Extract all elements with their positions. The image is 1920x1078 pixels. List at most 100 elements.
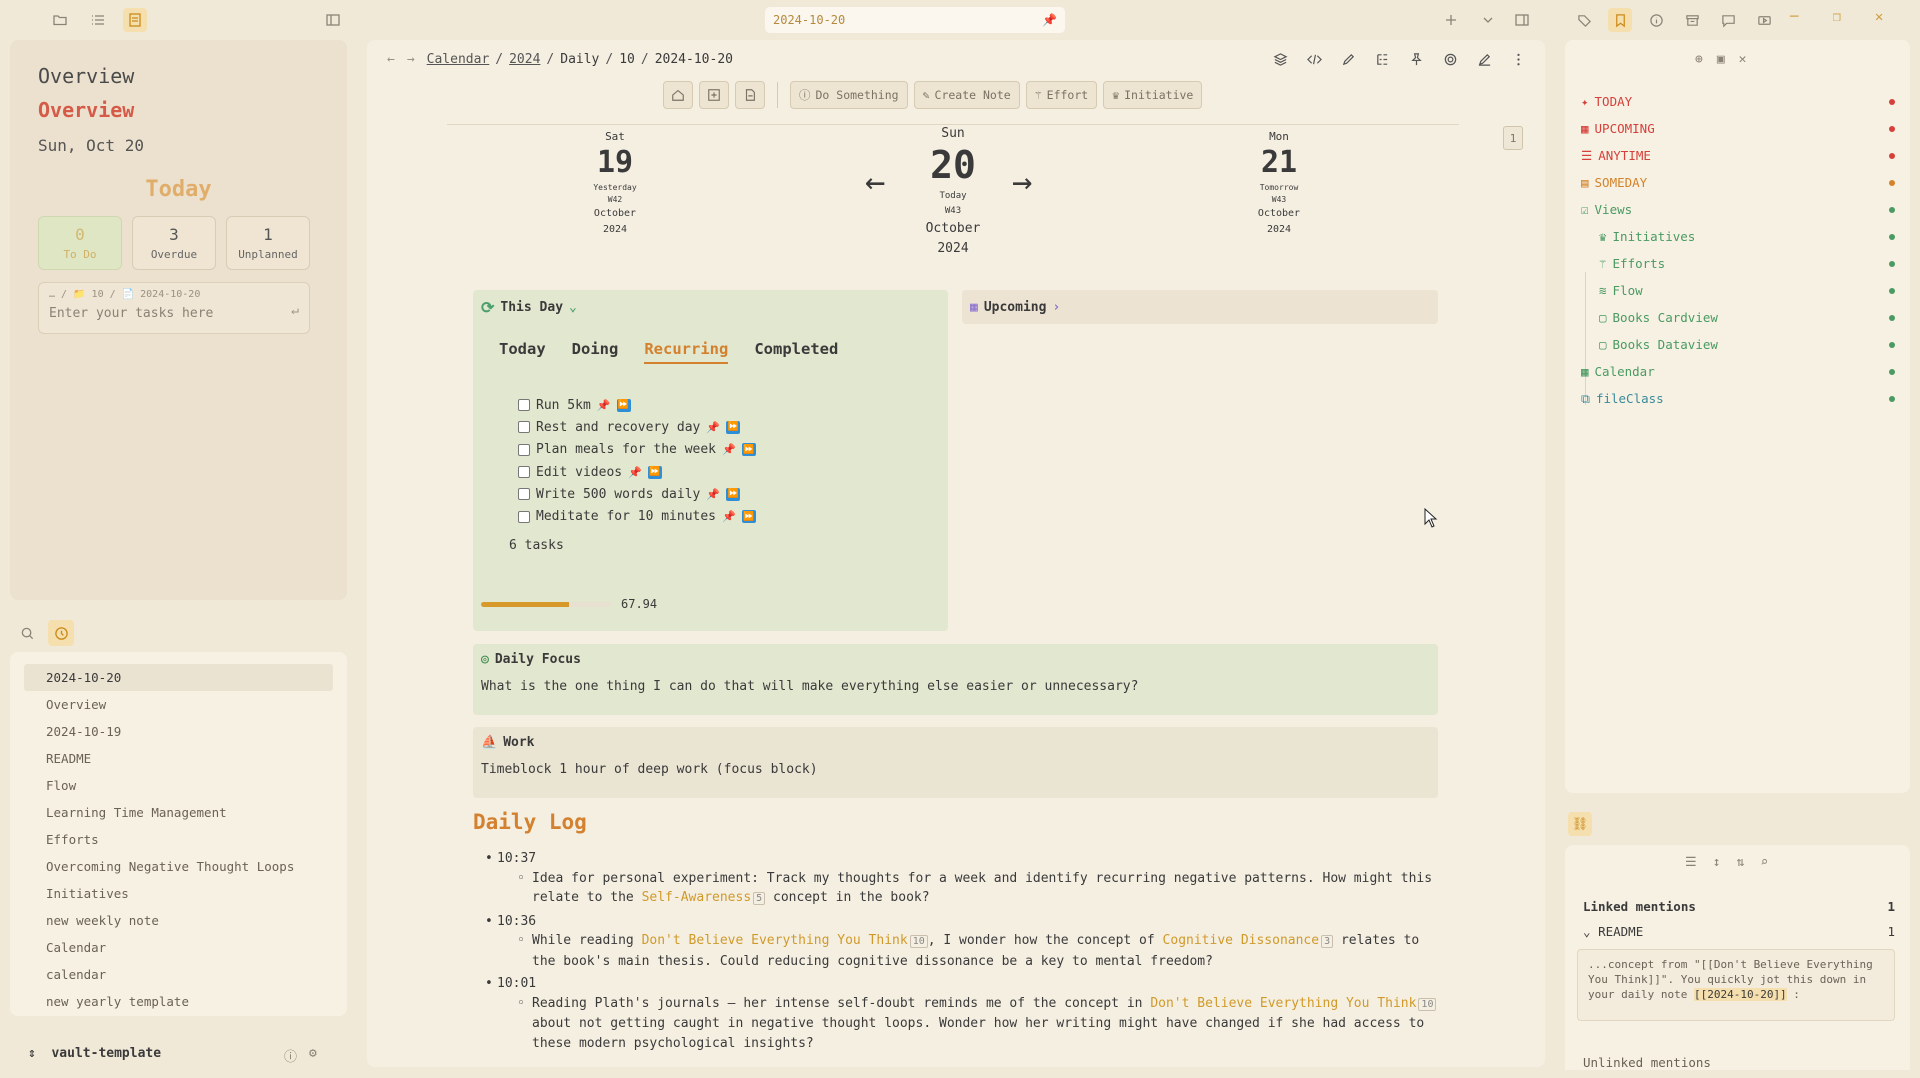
bookmark-upcoming[interactable]: ▦ UPCOMING <box>1581 115 1901 142</box>
archive-icon[interactable] <box>1680 8 1704 32</box>
pencil-icon[interactable] <box>1337 48 1359 70</box>
tab-completed[interactable]: Completed <box>754 340 838 364</box>
sort-icon[interactable]: ⇅ <box>1736 855 1744 870</box>
mention-snippet[interactable]: ...concept from "[[Don't Believe Everyth… <box>1577 949 1895 1021</box>
bookmark-icon[interactable] <box>1608 8 1632 32</box>
code-icon[interactable] <box>1303 48 1325 70</box>
gear-icon[interactable]: ⚙ <box>309 1046 317 1065</box>
pin-icon[interactable]: 📌 <box>706 421 720 434</box>
list-item[interactable]: README <box>24 745 333 772</box>
home-button[interactable] <box>663 81 693 109</box>
restore-icon[interactable]: ❐ <box>1832 9 1840 25</box>
breadcrumb-daily[interactable]: Daily <box>560 52 599 67</box>
breadcrumb-year[interactable]: 2024 <box>509 52 540 67</box>
readme-mention[interactable]: ⌄ README 1 <box>1583 924 1895 939</box>
comment-icon[interactable] <box>1716 8 1740 32</box>
todo-stat[interactable]: 0 To Do <box>38 216 122 270</box>
bookmark-books-cardview[interactable]: ▢ Books Cardview <box>1581 304 1901 331</box>
task-checkbox[interactable] <box>518 466 530 479</box>
task-input[interactable]: … / 📁 10 / 📄 2024-10-20 Enter your tasks… <box>38 282 310 334</box>
list-icon[interactable] <box>86 8 110 32</box>
bookmark-someday[interactable]: ▤ SOMEDAY <box>1581 169 1901 196</box>
close-icon[interactable]: ✕ <box>1875 9 1883 25</box>
help-icon[interactable]: ⓘ <box>284 1046 297 1065</box>
arrow-left-icon[interactable]: ← <box>865 162 885 202</box>
bookmark-initiatives[interactable]: ♛ Initiatives <box>1581 223 1901 250</box>
list-item[interactable]: Overcoming Negative Thought Loops <box>24 853 333 880</box>
list-item[interactable]: Initiatives <box>24 880 333 907</box>
bookmark-efforts[interactable]: ⚚ Efforts <box>1581 250 1901 277</box>
breadcrumb-month[interactable]: 10 <box>619 52 635 67</box>
recurring-icon[interactable]: ⏩ <box>726 420 741 434</box>
list-item[interactable]: Learning Time Management <box>24 799 333 826</box>
bookmark-today[interactable]: ✦ TODAY <box>1581 88 1901 115</box>
upcoming-header[interactable]: ▦ Upcoming › <box>962 290 1438 324</box>
bookmark-fileclass[interactable]: ⧉ fileClass <box>1581 385 1901 412</box>
forward-icon[interactable]: → <box>407 52 415 67</box>
internal-link[interactable]: Don't Believe Everything You Think <box>642 933 908 948</box>
pin-tool-icon[interactable] <box>1405 48 1427 70</box>
new-folder-icon[interactable]: ▣ <box>1717 52 1725 67</box>
recurring-icon[interactable]: ⏩ <box>726 487 741 501</box>
arrow-right-icon[interactable]: → <box>1012 162 1032 202</box>
create-note-button[interactable]: ✎ Create Note <box>913 81 1020 109</box>
layers-icon[interactable] <box>1269 48 1291 70</box>
task-checkbox[interactable] <box>518 443 530 456</box>
search-icon[interactable] <box>14 620 40 646</box>
recurring-icon[interactable]: ⏩ <box>647 465 662 479</box>
unlinked-mentions-header[interactable]: Unlinked mentions <box>1583 1055 1895 1070</box>
folder-icon[interactable] <box>48 8 72 32</box>
list-icon[interactable]: ☰ <box>1685 855 1697 870</box>
clock-icon[interactable] <box>48 620 74 646</box>
pin-icon[interactable]: 📌 <box>597 399 611 412</box>
vault-switcher[interactable]: ⇕ vault-template <box>28 1046 161 1061</box>
recurring-icon[interactable]: ⏩ <box>616 398 631 412</box>
enter-icon[interactable]: ↵ <box>291 303 299 318</box>
tab-today[interactable]: Today <box>499 340 546 364</box>
settings-icon[interactable] <box>1439 48 1461 70</box>
pin-icon[interactable]: 📌 <box>706 488 720 501</box>
add-bookmark-icon[interactable]: ⊕ <box>1695 52 1703 67</box>
file-button[interactable] <box>735 81 765 109</box>
effort-button[interactable]: ⚚ Effort <box>1025 81 1098 109</box>
minimize-icon[interactable]: ─ <box>1790 9 1798 25</box>
list-item[interactable]: 2024-10-20 <box>24 664 333 691</box>
list-item[interactable]: new yearly template <box>24 988 333 1015</box>
expand-icon[interactable]: ↕ <box>1713 855 1721 870</box>
list-item[interactable]: new weekly note <box>24 907 333 934</box>
edit-icon[interactable] <box>1473 48 1495 70</box>
bookmark-anytime[interactable]: ☰ ANYTIME <box>1581 142 1901 169</box>
list-item[interactable]: Flow <box>24 772 333 799</box>
task-checkbox[interactable] <box>518 421 530 434</box>
task-checkbox[interactable] <box>518 510 530 523</box>
list-item[interactable]: calendar <box>24 961 333 988</box>
video-icon[interactable] <box>1752 8 1776 32</box>
task-checkbox[interactable] <box>518 399 530 412</box>
tags-icon[interactable] <box>1572 8 1596 32</box>
bookmark-books-dataview[interactable]: ▢ Books Dataview <box>1581 331 1901 358</box>
pin-icon[interactable]: 📌 <box>722 443 736 456</box>
next-day[interactable]: Mon 21 Tomorrow W43 October 2024 <box>1249 130 1309 238</box>
tab-recurring[interactable]: Recurring <box>644 340 729 364</box>
pin-icon[interactable]: 📌 <box>628 466 642 479</box>
recurring-icon[interactable]: ⏩ <box>741 443 756 457</box>
internal-link[interactable]: Self-Awareness <box>642 890 752 905</box>
sidebar-toggle-icon[interactable] <box>321 8 345 32</box>
right-sidebar-toggle-icon[interactable] <box>1510 8 1534 32</box>
list-item[interactable]: 2024-10-19 <box>24 718 333 745</box>
chevron-down-icon[interactable] <box>1476 8 1500 32</box>
calendar-note-icon[interactable] <box>123 8 147 32</box>
list-item[interactable]: Efforts <box>24 826 333 853</box>
page-badge[interactable]: 1 <box>1503 126 1523 150</box>
add-button[interactable] <box>699 81 729 109</box>
unplanned-stat[interactable]: 1 Unplanned <box>226 216 310 270</box>
list-item[interactable]: Overview <box>24 691 333 718</box>
pin-icon[interactable]: 📌 <box>1042 13 1057 27</box>
search-icon[interactable]: ⌕ <box>1760 855 1768 870</box>
collapse-icon[interactable]: ✕ <box>1739 52 1747 67</box>
prev-day[interactable]: Sat 19 Yesterday W42 October 2024 <box>585 130 645 238</box>
tab-doing[interactable]: Doing <box>572 340 619 364</box>
pin-icon[interactable]: 📌 <box>722 510 736 523</box>
do-something-button[interactable]: ⓘ Do Something <box>790 81 908 109</box>
bookmark-calendar[interactable]: ▦ Calendar <box>1581 358 1901 385</box>
